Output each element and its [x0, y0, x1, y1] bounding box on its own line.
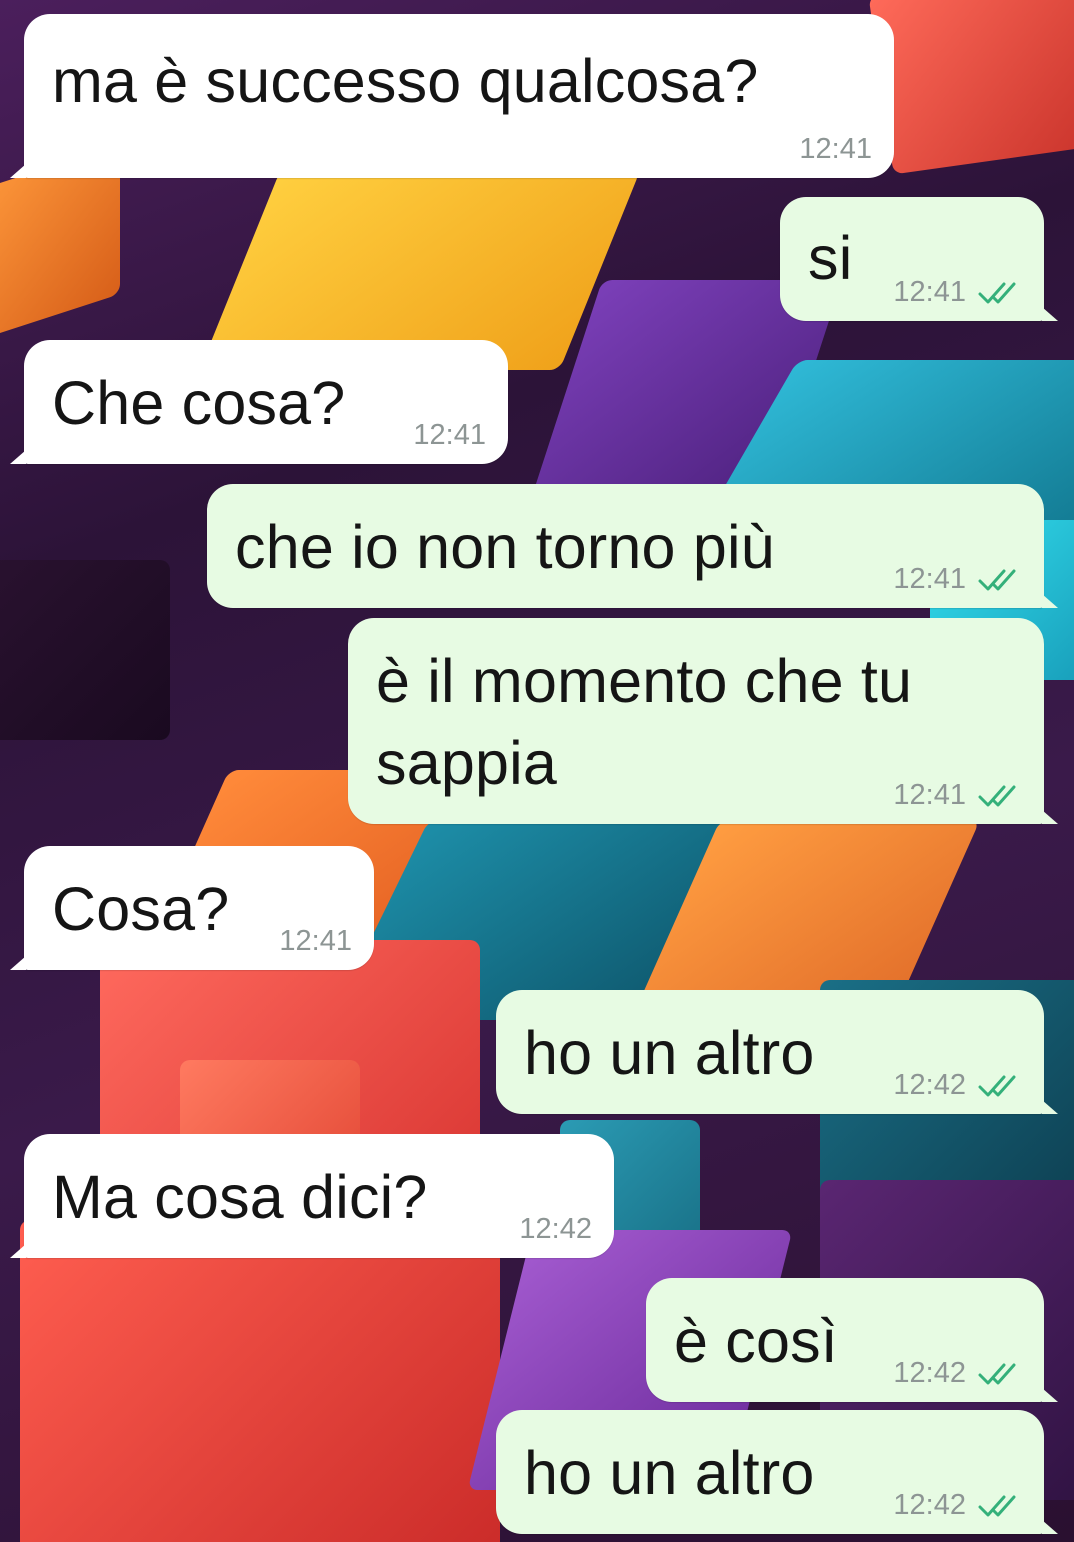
message-meta: 12:42 [893, 1357, 1022, 1390]
message-text: che io non torno più [235, 513, 775, 581]
message-text: è così [674, 1307, 838, 1375]
outgoing-message[interactable]: è il momento che tu sappia 12:41 [348, 618, 1058, 824]
incoming-message[interactable]: Che cosa? 12:41 [10, 340, 508, 464]
outgoing-message[interactable]: si 12:41 [780, 197, 1058, 321]
double-tick-icon [978, 567, 1022, 593]
message-time: 12:42 [893, 1489, 966, 1521]
double-tick-icon [978, 1493, 1022, 1519]
outgoing-message[interactable]: ho un altro 12:42 [496, 1410, 1058, 1534]
message-text: Ma cosa dici? [52, 1163, 428, 1231]
message-time: 12:41 [279, 925, 352, 957]
message-time: 12:41 [893, 563, 966, 595]
message-meta: 12:41 [893, 276, 1022, 309]
message-time: 12:41 [893, 276, 966, 308]
message-time: 12:42 [893, 1357, 966, 1389]
double-tick-icon [978, 280, 1022, 306]
message-text: Che cosa? [52, 369, 346, 437]
message-text: è il momento che tu sappia [376, 647, 913, 797]
incoming-message[interactable]: ma è successo qualcosa? 12:41 [10, 14, 894, 178]
outgoing-message[interactable]: che io non torno più 12:41 [207, 484, 1058, 608]
message-meta: 12:42 [893, 1069, 1022, 1102]
double-tick-icon [978, 1073, 1022, 1099]
message-meta: 12:42 [893, 1489, 1022, 1522]
message-meta: 12:41 [893, 779, 1022, 812]
incoming-message[interactable]: Cosa? 12:41 [10, 846, 374, 970]
double-tick-icon [978, 783, 1022, 809]
message-time: 12:42 [893, 1069, 966, 1101]
message-text: ho un altro [524, 1019, 815, 1087]
message-time: 12:41 [893, 779, 966, 811]
incoming-message[interactable]: Ma cosa dici? 12:42 [10, 1134, 614, 1258]
message-meta: 12:41 [893, 563, 1022, 596]
message-meta: 12:41 [799, 133, 872, 166]
message-text: Cosa? [52, 875, 230, 943]
double-tick-icon [978, 1361, 1022, 1387]
message-text: ma è successo qualcosa? [52, 47, 759, 115]
message-time: 12:41 [799, 133, 872, 165]
message-time: 12:41 [413, 419, 486, 451]
message-meta: 12:41 [279, 925, 352, 958]
outgoing-message[interactable]: è così 12:42 [646, 1278, 1058, 1402]
message-list[interactable]: ma è successo qualcosa? 12:41 si 12:41 C… [0, 0, 1074, 1542]
message-time: 12:42 [519, 1213, 592, 1245]
outgoing-message[interactable]: ho un altro 12:42 [496, 990, 1058, 1114]
message-meta: 12:42 [519, 1213, 592, 1246]
message-text: si [808, 224, 853, 292]
message-meta: 12:41 [413, 419, 486, 452]
message-text: ho un altro [524, 1439, 815, 1507]
